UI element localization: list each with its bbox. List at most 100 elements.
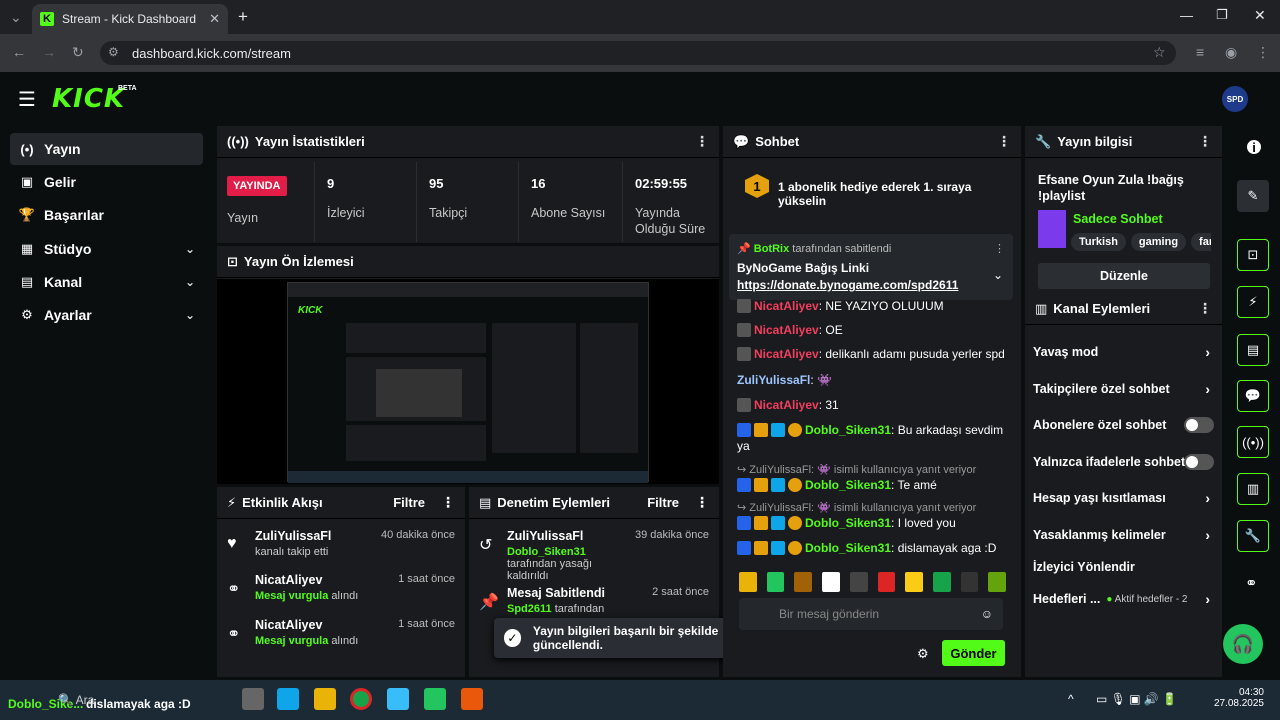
action-banned-words[interactable]: Yasaklanmış kelimeler › — [1033, 517, 1210, 553]
forward-icon[interactable]: → — [42, 44, 56, 60]
emoji-icon[interactable]: ☺ — [981, 607, 993, 621]
support-headset-icon[interactable]: 🎧 — [1223, 624, 1263, 664]
chat-user[interactable]: NicatAliyev — [754, 398, 819, 412]
shield-icon[interactable]: ▥ — [1237, 473, 1269, 505]
task-view-icon[interactable] — [242, 688, 264, 710]
kick-logo[interactable]: KICK — [52, 84, 125, 114]
sub-goal-text[interactable]: 1 abonelik hediye ederek 1. sıraya yükse… — [778, 180, 1021, 208]
emote-icon[interactable] — [960, 572, 979, 592]
pinned-link[interactable]: https://donate.bynogame.com/spd2611 — [737, 278, 1005, 292]
chat-user[interactable]: ZuliYulissaFl — [737, 373, 810, 387]
action-goals[interactable]: Hedefleri ... ● Aktif hedefler - 2 › — [1033, 581, 1210, 617]
layout-icon[interactable]: ⚭ — [1245, 574, 1258, 592]
emote-icon[interactable] — [794, 572, 813, 592]
edit-pencil-icon[interactable]: ✎ — [1237, 180, 1269, 212]
chat-message[interactable]: Doblo_Siken31: dislamayak aga :D — [737, 540, 1007, 556]
sidebar-item-studyo[interactable]: ▦ Stüdyo ⌄ — [10, 233, 203, 265]
chat-user[interactable]: Doblo_Siken31 — [805, 478, 891, 492]
profile-icon[interactable]: ◉ — [1225, 44, 1237, 61]
emote-icon[interactable] — [877, 572, 896, 592]
brave-icon[interactable] — [461, 688, 483, 710]
more-icon[interactable]: ⋮ — [695, 133, 709, 150]
maximize-icon[interactable]: ❐ — [1216, 7, 1228, 23]
chat-message[interactable]: NicatAliyev: OE — [737, 322, 1007, 338]
chat-settings-icon[interactable]: ⚙ — [917, 646, 929, 662]
more-icon[interactable]: ⋮ — [997, 133, 1011, 150]
action-subscribers-only[interactable]: Abonelere özel sohbet — [1033, 407, 1214, 443]
clock[interactable]: 04:30 27.08.2025 — [1212, 687, 1264, 709]
tray-chevron-icon[interactable]: ^ — [1068, 692, 1074, 706]
browser-menu-icon[interactable]: ⋮ — [1256, 44, 1270, 61]
filter-button[interactable]: Filtre — [647, 495, 679, 510]
tray-icons[interactable]: ▭ 🎙 ▣ 🔊 🔋 — [1096, 692, 1177, 706]
category-name[interactable]: Sadece Sohbet — [1073, 212, 1163, 226]
action-slow-mode[interactable]: Yavaş mod › — [1033, 334, 1210, 370]
more-icon[interactable]: ⋮ — [1198, 133, 1212, 150]
reply-context[interactable]: ↪ ZuliYulissaFl: 👾 isimli kullanıcıya ya… — [737, 462, 1007, 478]
info-icon[interactable]: i — [1247, 140, 1261, 155]
emote-icon[interactable] — [766, 572, 785, 592]
emote-icon[interactable] — [988, 572, 1007, 592]
broadcast-icon[interactable]: ((•)) — [1237, 426, 1269, 458]
bookmark-star-icon[interactable]: ☆ — [1153, 44, 1166, 61]
subscribers-only-toggle[interactable] — [1184, 417, 1214, 433]
chat-message[interactable]: Doblo_Siken31: Bu arkadaşı sevdim ya — [737, 422, 1007, 454]
browser-tab[interactable]: K Stream - Kick Dashboard ✕ — [32, 4, 228, 34]
stream-preview-video[interactable]: KICK — [217, 279, 719, 484]
emote-icon[interactable] — [932, 572, 951, 592]
taskbar-search[interactable]: 🔍 Ara — [58, 693, 94, 707]
back-icon[interactable]: ← — [12, 44, 26, 60]
emotes-only-toggle[interactable] — [1184, 454, 1214, 470]
tab-search-icon[interactable]: ⌄ — [10, 9, 22, 26]
site-info-icon[interactable]: ⚙ — [108, 45, 119, 59]
window-close-icon[interactable]: ✕ — [1254, 7, 1266, 24]
sidebar-item-kanal[interactable]: ▤ Kanal ⌄ — [10, 266, 203, 298]
chat-user[interactable]: Doblo_Siken31 — [805, 516, 891, 530]
photos-icon[interactable] — [387, 688, 409, 710]
reload-icon[interactable]: ↻ — [72, 44, 84, 61]
more-icon[interactable]: ⋮ — [1198, 300, 1212, 317]
chat-user[interactable]: Doblo_Siken31 — [805, 541, 891, 555]
filter-button[interactable]: Filtre — [393, 495, 425, 510]
chat-user[interactable]: NicatAliyev — [754, 323, 819, 337]
chat-message[interactable]: Doblo_Siken31: Te amé — [737, 477, 1007, 493]
sidebar-item-basarilar[interactable]: 🏆 Başarılar — [10, 199, 203, 231]
chat-user[interactable]: NicatAliyev — [754, 299, 819, 313]
sidebar-item-gelir[interactable]: ▣ Gelir — [10, 166, 203, 198]
capture-icon[interactable]: ⊡ — [1237, 239, 1269, 271]
list-item[interactable]: ⚭ NicatAliyev Mesaj vurgula alındı 1 saat ö… — [227, 573, 455, 617]
chat-message[interactable]: NicatAliyev: 31 — [737, 397, 1007, 413]
tab-close-icon[interactable]: ✕ — [209, 11, 220, 27]
bolt-icon[interactable]: ⚡ — [1237, 286, 1269, 318]
kick-app-icon[interactable] — [424, 688, 446, 710]
document-icon[interactable]: ▤ — [1237, 334, 1269, 366]
chat-message[interactable]: ZuliYulissaFl: 👾 — [737, 372, 1007, 388]
more-icon[interactable]: ⋮ — [441, 494, 455, 511]
user-avatar[interactable]: SPD — [1222, 86, 1248, 112]
more-icon[interactable]: ⋮ — [994, 242, 1005, 255]
action-followers-only[interactable]: Takipçilere özel sohbet › — [1033, 371, 1210, 407]
action-account-age[interactable]: Hesap yaşı kısıtlaması › — [1033, 480, 1210, 516]
action-raid[interactable]: İzleyici Yönlendir — [1033, 549, 1210, 585]
emote-icon[interactable] — [905, 572, 923, 592]
emote-icon[interactable] — [849, 572, 868, 592]
new-tab-icon[interactable]: + — [238, 7, 248, 27]
list-item[interactable]: ⚭ NicatAliyev Mesaj vurgula alındı 1 saat ö… — [227, 618, 455, 662]
wrench-icon[interactable]: 🔧 — [1237, 520, 1269, 552]
emote-icon[interactable] — [739, 572, 757, 592]
file-explorer-icon[interactable] — [314, 688, 336, 710]
store-icon[interactable] — [277, 688, 299, 710]
reply-context[interactable]: ↪ ZuliYulissaFl: 👾 isimli kullanıcıya ya… — [737, 500, 1007, 516]
chevron-down-icon[interactable]: ⌄ — [993, 268, 1003, 282]
chat-message[interactable]: NicatAliyev: NE YAZIYO OLUUUM — [737, 298, 1007, 314]
chat-user[interactable]: NicatAliyev — [754, 347, 819, 361]
pinned-message[interactable]: 📌 BotRix tarafından sabitlendi ⋮ ByNoGame… — [729, 234, 1013, 300]
send-button[interactable]: Gönder — [942, 640, 1005, 666]
chat-user[interactable]: Doblo_Siken31 — [805, 423, 891, 437]
sidebar-item-ayarlar[interactable]: ⚙ Ayarlar ⌄ — [10, 299, 203, 331]
chat-message[interactable]: Doblo_Siken31: I loved you — [737, 515, 1007, 531]
list-item[interactable]: ♥ ZuliYulissaFl kanalı takip etti 40 dakika… — [227, 529, 455, 573]
chat-message[interactable]: NicatAliyev: delikanlı adamı pusuda yerl… — [737, 346, 1007, 362]
more-icon[interactable]: ⋮ — [695, 494, 709, 511]
media-icon[interactable]: ≡ — [1196, 44, 1204, 60]
